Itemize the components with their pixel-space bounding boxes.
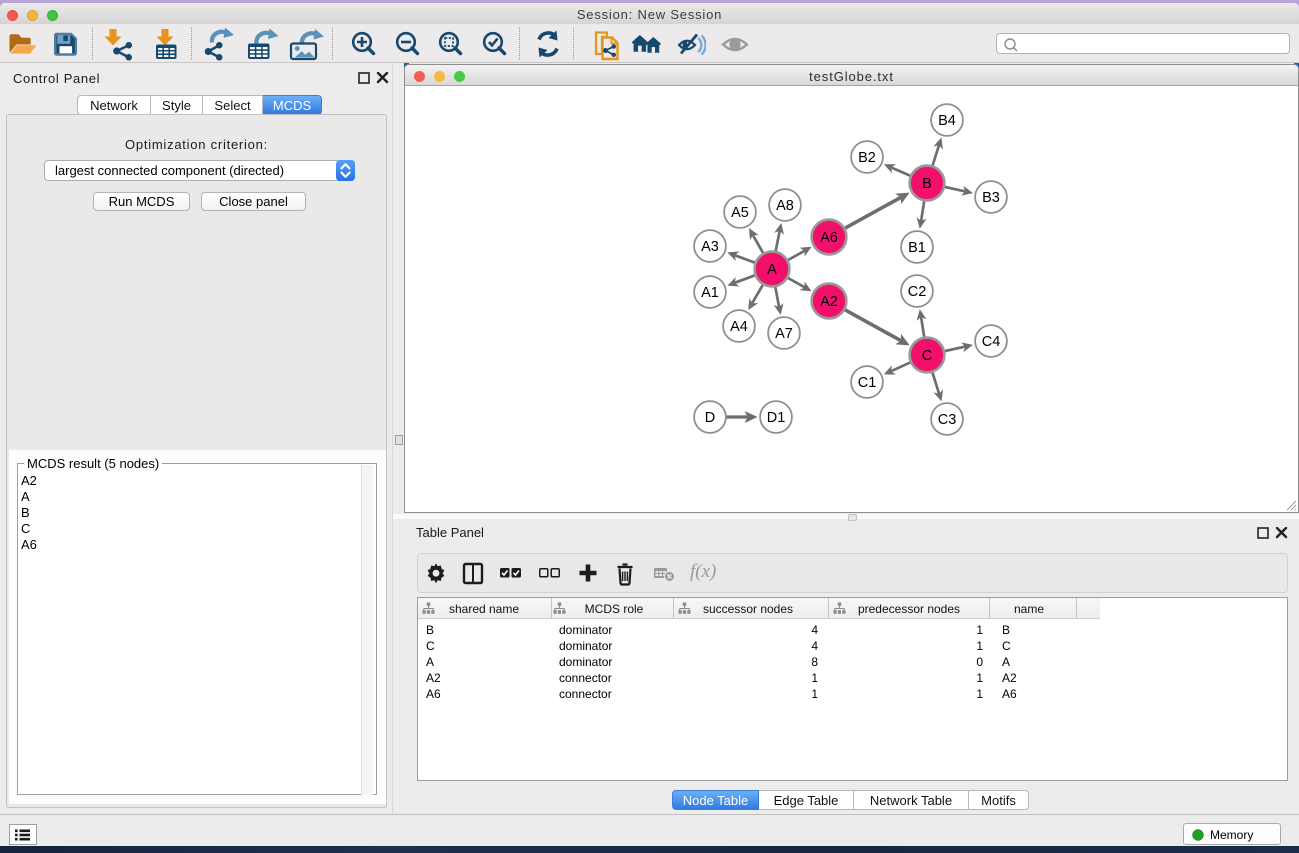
svg-text:B4: B4 [938,113,956,129]
svg-text:A5: A5 [731,205,749,221]
svg-text:C2: C2 [908,284,927,300]
svg-text:A6: A6 [820,230,838,246]
svg-text:C3: C3 [938,412,957,428]
svg-text:A7: A7 [775,326,793,342]
svg-text:A3: A3 [701,239,719,255]
svg-text:D1: D1 [767,410,786,426]
svg-text:C: C [922,348,932,364]
svg-text:C1: C1 [858,375,877,391]
svg-text:A2: A2 [820,294,838,310]
svg-text:B1: B1 [908,240,926,256]
svg-text:B: B [922,176,932,192]
svg-text:B2: B2 [858,150,876,166]
svg-text:A1: A1 [701,285,719,301]
svg-text:A8: A8 [776,198,794,214]
svg-text:C4: C4 [982,334,1001,350]
svg-text:A: A [767,262,777,278]
svg-text:A4: A4 [730,319,748,335]
svg-text:D: D [705,410,715,426]
svg-text:B3: B3 [982,190,1000,206]
